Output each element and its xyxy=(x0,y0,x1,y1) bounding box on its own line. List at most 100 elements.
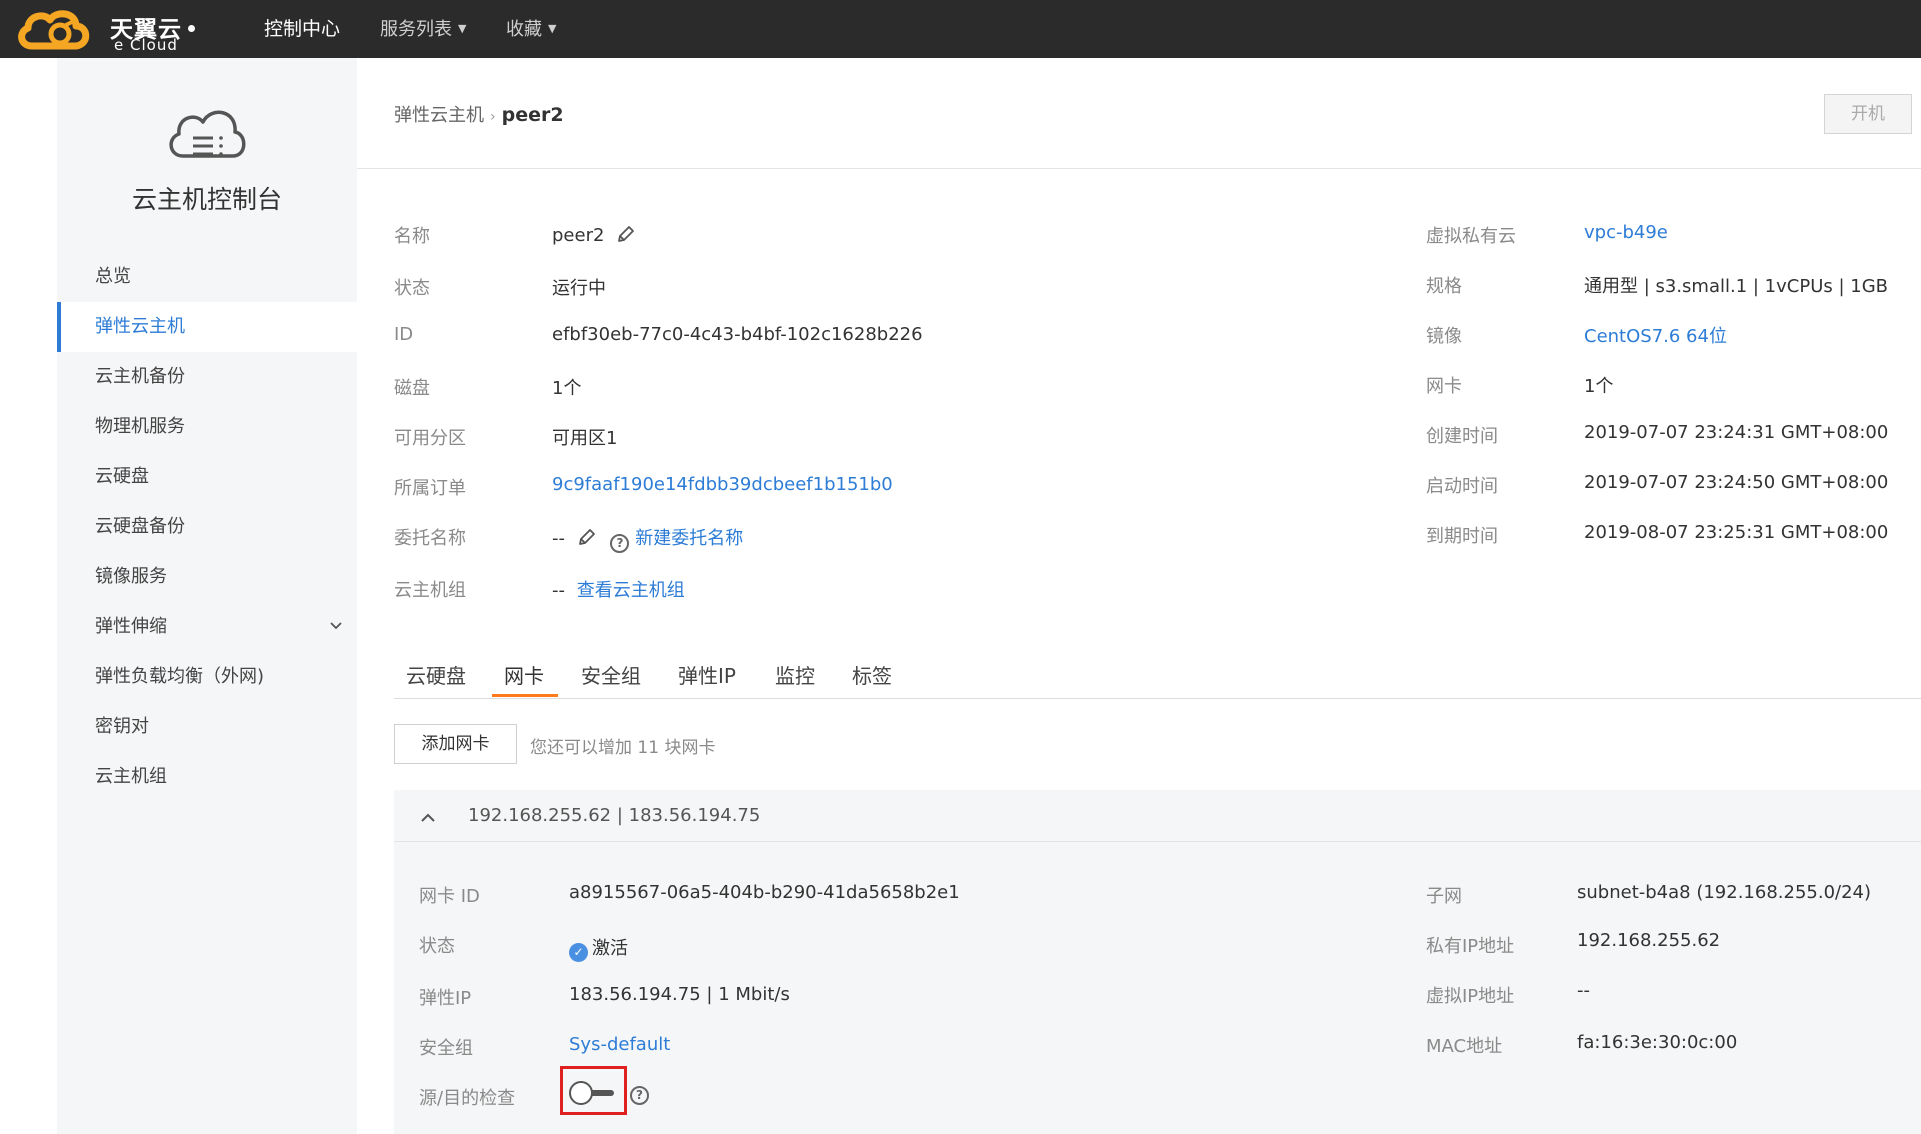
sidebar-item-disk-backup[interactable]: 云硬盘备份 xyxy=(57,502,357,552)
nic-panel-title[interactable]: 192.168.255.62 | 183.56.194.75 xyxy=(468,805,760,826)
sidebar-item-overview[interactable]: 总览 xyxy=(57,252,357,302)
sidebar-item-server-group[interactable]: 云主机组 xyxy=(57,752,357,802)
nic-eip-value: 183.56.194.75 | 1 Mbit/s xyxy=(569,984,790,1005)
source-dest-check-toggle[interactable] xyxy=(568,1080,618,1106)
name-text: peer2 xyxy=(552,225,605,246)
tab-security-group[interactable]: 安全组 xyxy=(581,660,641,689)
status-label: 状态 xyxy=(394,278,430,299)
edit-pencil-icon[interactable] xyxy=(577,527,597,547)
help-icon[interactable]: ? xyxy=(630,1086,649,1105)
divider xyxy=(394,841,1921,842)
subnet-label: 子网 xyxy=(1426,886,1462,907)
name-value: peer2 xyxy=(552,224,636,246)
nav-favorites[interactable]: 收藏 ▼ xyxy=(506,15,556,41)
nic-status-text: 激活 xyxy=(592,938,628,959)
add-nic-tip: 您还可以增加 11 块网卡 xyxy=(530,738,716,758)
subnet-value: subnet-b4a8 (192.168.255.0/24) xyxy=(1577,882,1872,903)
tab-tags[interactable]: 标签 xyxy=(852,660,892,689)
disk-value: 1个 xyxy=(552,378,582,399)
active-tab-indicator xyxy=(492,694,558,697)
id-label: ID xyxy=(394,324,414,345)
edit-pencil-icon[interactable] xyxy=(616,224,636,244)
order-link[interactable]: 9c9faaf190e14fdbb39dcbeef1b151b0 xyxy=(552,474,893,495)
expire-value: 2019-08-07 23:25:31 GMT+08:00 xyxy=(1584,522,1889,543)
nav-console[interactable]: 控制中心 xyxy=(264,14,340,41)
sidebar-title: 云主机控制台 xyxy=(131,185,282,214)
image-label: 镜像 xyxy=(1426,326,1462,347)
virtual-ip-label: 虚拟IP地址 xyxy=(1426,986,1515,1007)
cloud-server-icon xyxy=(169,110,246,158)
nic-count-value: 1个 xyxy=(1584,376,1614,397)
active-status-icon: ✓ xyxy=(569,943,588,962)
caret-down-icon: ▼ xyxy=(458,22,467,35)
nic-sg-link[interactable]: Sys-default xyxy=(569,1034,670,1055)
az-value: 可用区1 xyxy=(552,428,618,449)
breadcrumb: 弹性云主机 › peer2 xyxy=(394,101,564,127)
created-value: 2019-07-07 23:24:31 GMT+08:00 xyxy=(1584,422,1889,443)
sidebar-item-autoscaling[interactable]: 弹性伸缩 xyxy=(57,602,357,652)
nic-id-value: a8915567-06a5-404b-b290-41da5658b2e1 xyxy=(569,882,960,903)
chevron-down-icon xyxy=(330,622,342,630)
tab-eip[interactable]: 弹性IP xyxy=(678,660,736,689)
delegate-value: -- ? 新建委托名称 xyxy=(552,524,743,553)
nic-status-label: 状态 xyxy=(419,936,455,957)
view-server-group-link[interactable]: 查看云主机组 xyxy=(577,580,685,601)
delegate-text: -- xyxy=(552,528,565,549)
breadcrumb-separator-icon: › xyxy=(490,109,496,125)
nav-services[interactable]: 服务列表 ▼ xyxy=(380,15,466,41)
id-value: efbf30eb-77c0-4c43-b4bf-102c1628b226 xyxy=(552,324,923,345)
sidebar: 云主机控制台 总览 弹性云主机 云主机备份 物理机服务 云硬盘 云硬盘备份 镜像… xyxy=(57,58,357,1134)
tab-nic[interactable]: 网卡 xyxy=(504,660,544,689)
logo-dot xyxy=(188,25,195,32)
source-dest-check-label: 源/目的检查 xyxy=(419,1088,516,1109)
ecloud-logo[interactable]: 天翼云 e Cloud xyxy=(14,4,204,54)
started-value: 2019-07-07 23:24:50 GMT+08:00 xyxy=(1584,472,1889,493)
sidebar-item-image[interactable]: 镜像服务 xyxy=(57,552,357,602)
sidebar-item-label: 弹性伸缩 xyxy=(95,616,167,637)
help-icon[interactable]: ? xyxy=(610,534,630,553)
spec-value: 通用型 | s3.small.1 | 1vCPUs | 1GB xyxy=(1584,276,1889,297)
server-group-value: -- 查看云主机组 xyxy=(552,576,685,602)
vpc-label: 虚拟私有云 xyxy=(1426,226,1516,247)
sidebar-item-disk[interactable]: 云硬盘 xyxy=(57,452,357,502)
top-navbar: 天翼云 e Cloud 控制中心 服务列表 ▼ 收藏 ▼ xyxy=(0,0,1921,58)
nic-status-value: ✓ 激活 xyxy=(569,934,628,962)
vpc-link[interactable]: vpc-b49e xyxy=(1584,222,1668,243)
name-label: 名称 xyxy=(394,226,430,247)
power-on-button[interactable]: 开机 xyxy=(1824,94,1912,134)
nic-sg-label: 安全组 xyxy=(419,1038,473,1059)
server-group-label: 云主机组 xyxy=(394,580,466,601)
nav-services-label: 服务列表 xyxy=(380,19,452,40)
breadcrumb-current: peer2 xyxy=(501,104,564,126)
logo-en-text: e Cloud xyxy=(114,36,178,54)
image-link[interactable]: CentOS7.6 64位 xyxy=(1584,322,1727,348)
tab-monitor[interactable]: 监控 xyxy=(775,660,815,689)
tabs-divider xyxy=(394,698,1921,699)
virtual-ip-value: -- xyxy=(1577,980,1590,1001)
order-label: 所属订单 xyxy=(394,478,466,499)
create-delegate-link[interactable]: 新建委托名称 xyxy=(635,528,743,549)
sidebar-item-elb[interactable]: 弹性负载均衡（外网) xyxy=(57,652,357,702)
spec-label: 规格 xyxy=(1426,276,1462,297)
disk-label: 磁盘 xyxy=(394,378,430,399)
caret-down-icon: ▼ xyxy=(548,22,557,35)
nic-count-label: 网卡 xyxy=(1426,376,1462,397)
sidebar-item-keypair[interactable]: 密钥对 xyxy=(57,702,357,752)
cloud-logo-icon xyxy=(18,10,90,50)
sidebar-item-bare-metal[interactable]: 物理机服务 xyxy=(57,402,357,452)
tab-disk[interactable]: 云硬盘 xyxy=(406,660,466,689)
az-label: 可用分区 xyxy=(394,428,466,449)
nic-eip-label: 弹性IP xyxy=(419,988,472,1009)
chevron-up-icon[interactable] xyxy=(418,808,438,828)
delegate-label: 委托名称 xyxy=(394,528,466,549)
private-ip-value: 192.168.255.62 xyxy=(1577,930,1721,951)
sidebar-item-ecs-backup[interactable]: 云主机备份 xyxy=(57,352,357,402)
expire-label: 到期时间 xyxy=(1426,526,1498,547)
sidebar-item-ecs[interactable]: 弹性云主机 xyxy=(57,302,357,352)
private-ip-label: 私有IP地址 xyxy=(1426,936,1515,957)
nav-favorites-label: 收藏 xyxy=(506,19,542,40)
breadcrumb-parent[interactable]: 弹性云主机 xyxy=(394,105,484,126)
started-label: 启动时间 xyxy=(1426,476,1498,497)
add-nic-button[interactable]: 添加网卡 xyxy=(394,724,517,764)
nic-id-label: 网卡 ID xyxy=(419,886,480,907)
